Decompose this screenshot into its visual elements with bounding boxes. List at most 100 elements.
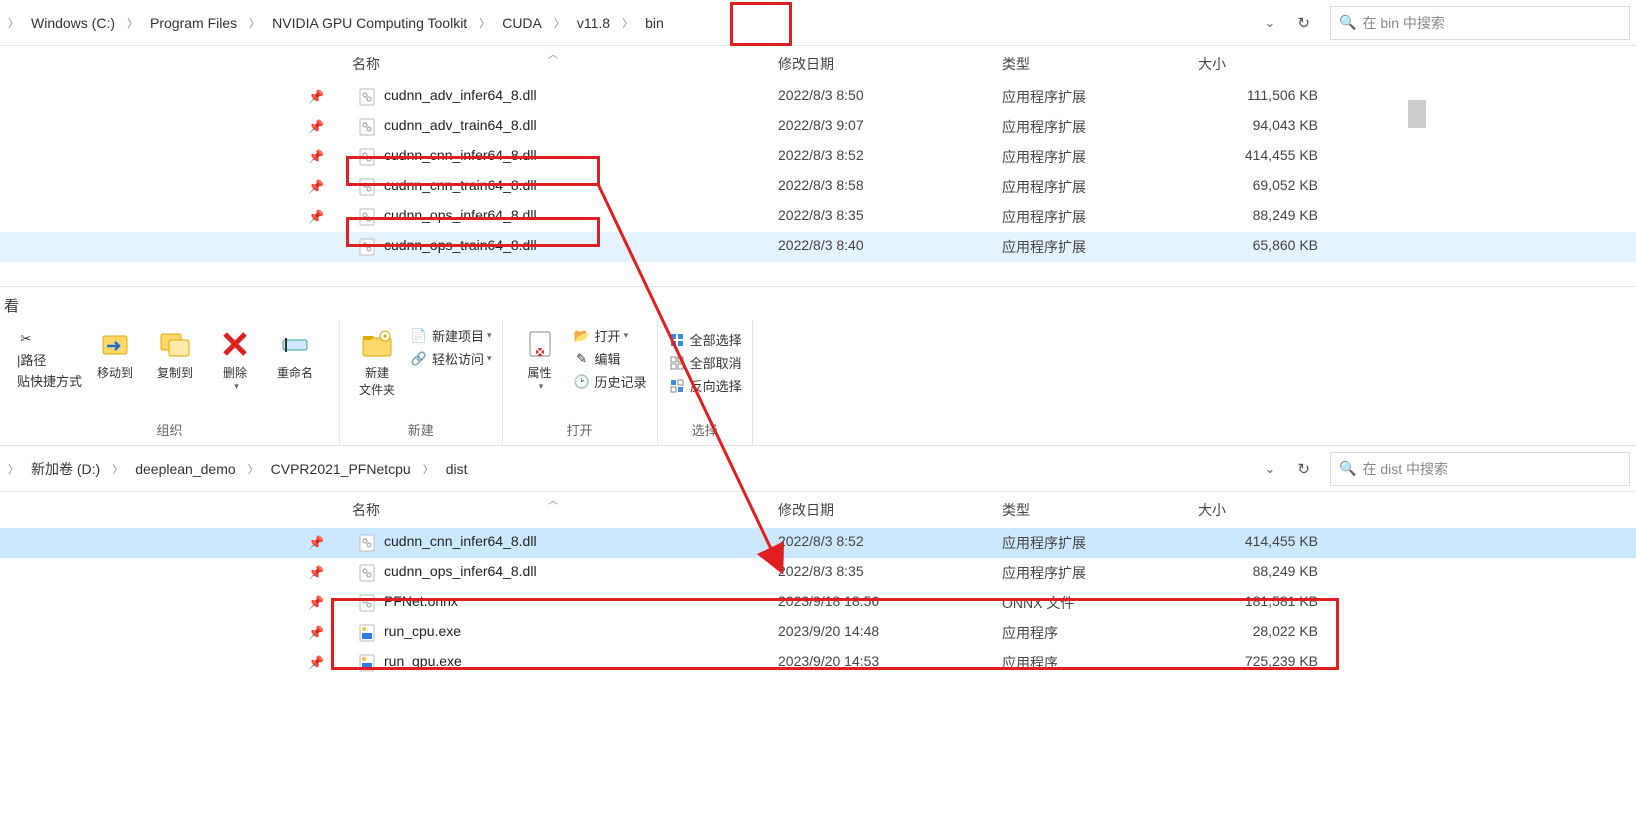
file-size: 69,052 KB — [1198, 177, 1318, 193]
pin-icon: 📌 — [308, 149, 324, 165]
file-name: cudnn_ops_infer64_8.dll — [384, 563, 537, 579]
file-name: run_gpu.exe — [384, 653, 462, 669]
chevron-right-icon: 〉 — [620, 15, 635, 31]
file-type: 应用程序扩展 — [1002, 87, 1086, 107]
file-row[interactable]: 📌cudnn_adv_train64_8.dll2022/8/3 9:07应用程… — [0, 112, 1636, 142]
file-row[interactable]: cudnn_ops_train64_8.dll2022/8/3 8:40应用程序… — [0, 232, 1636, 262]
file-icon — [358, 623, 376, 643]
file-size: 88,249 KB — [1198, 207, 1318, 223]
file-row[interactable]: 📌cudnn_adv_infer64_8.dll2022/8/3 8:50应用程… — [0, 82, 1636, 112]
refresh-button[interactable]: ↻ — [1285, 454, 1322, 484]
file-row[interactable]: 📌cudnn_ops_infer64_8.dll2022/8/3 8:35应用程… — [0, 558, 1636, 588]
col-date[interactable]: 修改日期 — [778, 46, 988, 82]
file-type: 应用程序扩展 — [1002, 117, 1086, 137]
column-headers-2[interactable]: 名称 ︿ 修改日期 类型 大小 — [0, 492, 1636, 528]
crumb-deeplean-demo[interactable]: deeplean_demo — [125, 461, 245, 477]
chevron-right-icon: 〉 — [246, 461, 261, 477]
file-row[interactable]: 📌cudnn_cnn_infer64_8.dll2022/8/3 8:52应用程… — [0, 528, 1636, 558]
breadcrumb-history-dropdown[interactable]: ⌄ — [1255, 455, 1286, 483]
file-size: 111,506 KB — [1198, 87, 1318, 103]
file-icon — [358, 533, 376, 553]
col-date[interactable]: 修改日期 — [778, 492, 988, 528]
search-box-2[interactable]: 🔍 在 dist 中搜索 — [1330, 452, 1630, 486]
select-none-button[interactable]: 全部取消 — [668, 353, 742, 372]
history-button[interactable]: 🕑历史记录 — [573, 372, 647, 391]
search-icon: 🔍 — [1339, 460, 1356, 477]
easy-access-icon: 🔗 — [410, 350, 428, 368]
copy-to-button[interactable]: 复制到 — [148, 324, 202, 383]
file-row[interactable]: 📌cudnn_ops_infer64_8.dll2022/8/3 8:35应用程… — [0, 202, 1636, 232]
breadcrumb-history-dropdown[interactable]: ⌄ — [1255, 9, 1286, 37]
paste-shortcut-button[interactable]: 贴快捷方式 — [17, 371, 82, 390]
sort-indicator-icon: ︿ — [548, 46, 558, 61]
file-row[interactable]: 📌PFNet.onnx2023/9/18 18:56ONNX 文件181,581… — [0, 588, 1636, 618]
new-folder-button[interactable]: ✦ 新建 文件夹 — [350, 324, 404, 400]
breadcrumb-2[interactable]: 〉 新加卷 (D:)〉 deeplean_demo〉 CVPR2021_PFNe… — [6, 446, 1285, 491]
pin-icon: 📌 — [308, 565, 324, 581]
pin-icon: 📌 — [308, 625, 324, 641]
crumb-dist[interactable]: dist — [436, 461, 478, 477]
crumb-cuda[interactable]: CUDA — [492, 15, 552, 31]
new-folder-icon: ✦ — [359, 326, 395, 362]
file-row[interactable]: 📌run_cpu.exe2023/9/20 14:48应用程序28,022 KB — [0, 618, 1636, 648]
col-size[interactable]: 大小 — [1198, 492, 1338, 528]
file-date: 2022/8/3 8:58 — [778, 177, 864, 193]
file-type: ONNX 文件 — [1002, 593, 1074, 613]
file-list-1: 名称 ︿ 修改日期 类型 大小 📌cudnn_adv_infer64_8.dll… — [0, 46, 1636, 286]
col-type[interactable]: 类型 — [1002, 492, 1182, 528]
file-name: cudnn_ops_train64_8.dll — [384, 237, 537, 253]
crumb-v118[interactable]: v11.8 — [567, 15, 620, 31]
cut-button[interactable]: ✂ — [17, 330, 82, 348]
history-icon: 🕑 — [573, 373, 591, 391]
crumb-cvpr2021[interactable]: CVPR2021_PFNetcpu — [261, 461, 421, 477]
file-row[interactable]: 📌cudnn_cnn_infer64_8.dll2022/8/3 8:52应用程… — [0, 142, 1636, 172]
ribbon-group-select: 全部选择 全部取消 反向选择 选择 — [658, 320, 753, 445]
new-item-button[interactable]: 📄新建项目▾ — [410, 326, 492, 345]
file-row[interactable]: 📌cudnn_cnn_train64_8.dll2022/8/3 8:58应用程… — [0, 172, 1636, 202]
file-size: 414,455 KB — [1198, 147, 1318, 163]
open-button[interactable]: 📂打开▾ — [573, 326, 647, 345]
file-icon — [358, 237, 376, 257]
chevron-right-icon: 〉 — [6, 15, 21, 31]
ribbon-group-open: 属性▾ 📂打开▾ ✎编辑 🕑历史记录 打开 — [503, 320, 658, 445]
search-box-1[interactable]: 🔍 在 bin 中搜索 — [1330, 6, 1630, 40]
properties-button[interactable]: 属性▾ — [513, 324, 567, 394]
pin-icon: 📌 — [308, 179, 324, 195]
file-size: 414,455 KB — [1198, 533, 1318, 549]
group-label-new: 新建 — [408, 420, 434, 439]
file-date: 2023/9/18 18:56 — [778, 593, 879, 609]
move-to-icon — [97, 326, 133, 362]
crumb-d-drive[interactable]: 新加卷 (D:) — [21, 459, 110, 479]
file-type: 应用程序扩展 — [1002, 237, 1086, 257]
crumb-nvidia-toolkit[interactable]: NVIDIA GPU Computing Toolkit — [262, 15, 477, 31]
open-icon: 📂 — [573, 327, 591, 345]
file-row[interactable]: 📌run_gpu.exe2023/9/20 14:53应用程序725,239 K… — [0, 648, 1636, 678]
crumb-windows-c[interactable]: Windows (C:) — [21, 15, 125, 31]
file-size: 88,249 KB — [1198, 563, 1318, 579]
delete-button[interactable]: 删除▾ — [208, 324, 262, 394]
select-all-button[interactable]: 全部选择 — [668, 330, 742, 349]
column-headers-1[interactable]: 名称 ︿ 修改日期 类型 大小 — [0, 46, 1636, 82]
file-date: 2022/8/3 8:50 — [778, 87, 864, 103]
group-label-select: 选择 — [692, 420, 718, 439]
group-label-organize: 组织 — [156, 420, 182, 439]
move-to-button[interactable]: 移动到 — [88, 324, 142, 383]
easy-access-button[interactable]: 🔗轻松访问▾ — [410, 349, 492, 368]
crumb-program-files[interactable]: Program Files — [140, 15, 247, 31]
file-date: 2022/8/3 8:52 — [778, 533, 864, 549]
refresh-button[interactable]: ↻ — [1285, 8, 1322, 38]
col-type[interactable]: 类型 — [1002, 46, 1182, 82]
crumb-bin[interactable]: bin — [635, 15, 674, 31]
search-icon: 🔍 — [1339, 14, 1356, 31]
file-name: cudnn_cnn_train64_8.dll — [384, 177, 537, 193]
rename-button[interactable]: 重命名 — [268, 324, 322, 383]
file-type: 应用程序 — [1002, 623, 1058, 643]
ribbon-group-organize: ✂ |路径 贴快捷方式 移动到 复制到 删除▾ — [0, 320, 340, 445]
chevron-right-icon: 〉 — [6, 461, 21, 477]
col-size[interactable]: 大小 — [1198, 46, 1338, 82]
breadcrumb-1[interactable]: 〉 Windows (C:)〉 Program Files〉 NVIDIA GP… — [6, 0, 1285, 45]
copy-path-button[interactable]: |路径 — [17, 350, 82, 369]
invert-selection-button[interactable]: 反向选择 — [668, 376, 742, 395]
edit-button[interactable]: ✎编辑 — [573, 349, 647, 368]
ribbon-tab-view[interactable]: 看 — [0, 287, 1636, 316]
